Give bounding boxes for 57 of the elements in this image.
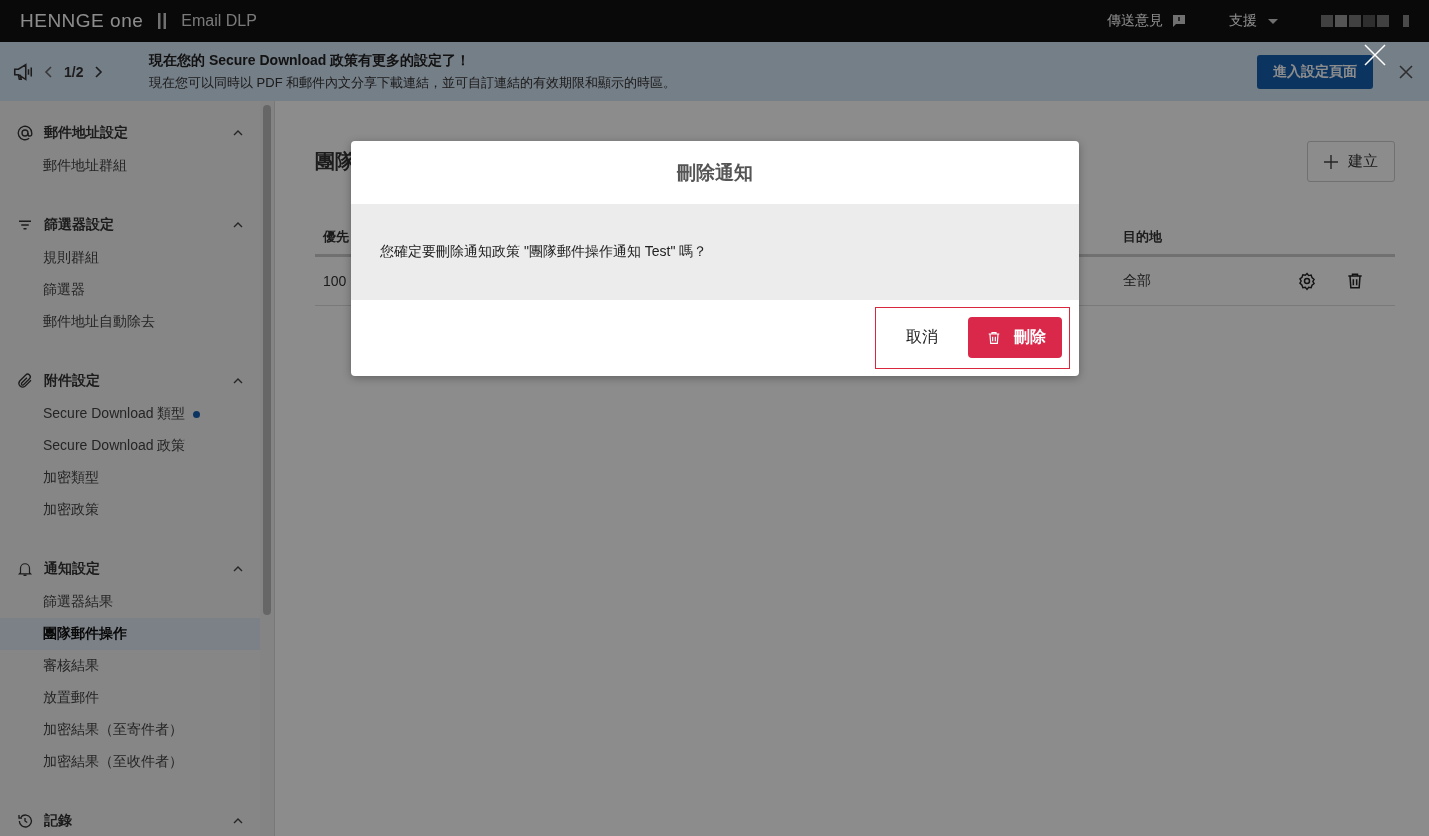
support-menu[interactable]: 支援 — [1229, 12, 1281, 30]
sidebar-item[interactable]: 加密結果（至寄件者） — [0, 714, 260, 746]
sidebar-item[interactable]: 篩選器結果 — [0, 586, 260, 618]
sidebar-item[interactable]: 加密政策 — [0, 494, 260, 526]
chevron-icon[interactable] — [232, 817, 244, 825]
at-sign-icon — [16, 124, 34, 142]
sidebar-item[interactable]: 放置郵件 — [0, 682, 260, 714]
chevron-icon[interactable] — [232, 565, 244, 573]
banner-message: 現在您可以同時以 PDF 和郵件內文分享下載連結，並可自訂連結的有效期限和顯示的時區。 — [149, 73, 678, 92]
dialog-title: 刪除通知 — [677, 160, 753, 185]
sidebar-item[interactable]: 加密類型 — [0, 462, 260, 494]
settings-page-button[interactable]: 進入設定頁面 — [1257, 54, 1373, 89]
banner-title: 現在您的 Secure Download 政策有更多的設定了！ — [149, 51, 472, 70]
settings-icon[interactable] — [1297, 271, 1317, 291]
chevron-icon[interactable] — [232, 129, 244, 137]
scrollbar-thumb[interactable] — [263, 105, 271, 615]
bars-icon — [157, 13, 168, 29]
sidebar-item[interactable]: 團隊郵件操作 — [0, 618, 260, 650]
previous-icon[interactable] — [44, 63, 54, 80]
delete-button[interactable]: 刪除 — [968, 317, 1062, 358]
column-header: 目的地 — [1115, 220, 1211, 256]
sidebar-section-header[interactable]: 記錄 — [0, 804, 260, 836]
history-icon — [16, 812, 34, 830]
sidebar-section-header[interactable]: 郵件地址設定 — [0, 116, 260, 150]
pager-text: 1/2 — [64, 63, 84, 80]
create-button[interactable]: 建立 — [1307, 141, 1395, 182]
table-cell: 全部 — [1115, 255, 1211, 306]
product-name: Email DLP — [181, 12, 257, 30]
trash-icon — [986, 329, 1002, 346]
logo: HENNGE one — [20, 10, 144, 32]
message-icon — [1171, 13, 1187, 29]
sidebar-item[interactable]: 郵件地址群組 — [0, 150, 260, 182]
section-title: 通知設定 — [44, 560, 101, 578]
section-title: 郵件地址設定 — [44, 124, 129, 142]
sidebar-item[interactable]: 審核結果 — [0, 650, 260, 682]
sidebar-section-header[interactable]: 通知設定 — [0, 552, 260, 586]
chevron-icon[interactable] — [232, 221, 244, 229]
plus-icon — [1324, 154, 1338, 169]
sidebar-item[interactable]: 規則群組 — [0, 242, 260, 274]
sidebar-section-header[interactable]: 篩選器設定 — [0, 208, 260, 242]
sidebar-item[interactable]: Secure Download 類型 — [0, 398, 260, 430]
section-title: 記錄 — [44, 812, 73, 830]
sidebar-section-header[interactable]: 附件設定 — [0, 364, 260, 398]
bell-icon — [16, 560, 34, 578]
sidebar-item[interactable]: Secure Download 政策 — [0, 430, 260, 462]
megaphone-icon — [12, 60, 34, 83]
chevron-icon[interactable] — [232, 377, 244, 385]
feedback-link[interactable]: 傳送意見 — [1107, 12, 1187, 30]
next-icon[interactable] — [93, 63, 104, 80]
paperclip-icon — [16, 372, 34, 390]
section-title: 篩選器設定 — [44, 216, 115, 234]
sidebar-item[interactable]: 篩選器 — [0, 274, 260, 306]
trash-icon[interactable] — [1345, 271, 1365, 291]
section-title: 附件設定 — [44, 372, 101, 390]
sidebar-item[interactable]: 加密結果（至收件者） — [0, 746, 260, 778]
sidebar-item[interactable]: 郵件地址自動除去 — [0, 306, 260, 338]
cancel-button[interactable]: 取消 — [886, 317, 958, 358]
